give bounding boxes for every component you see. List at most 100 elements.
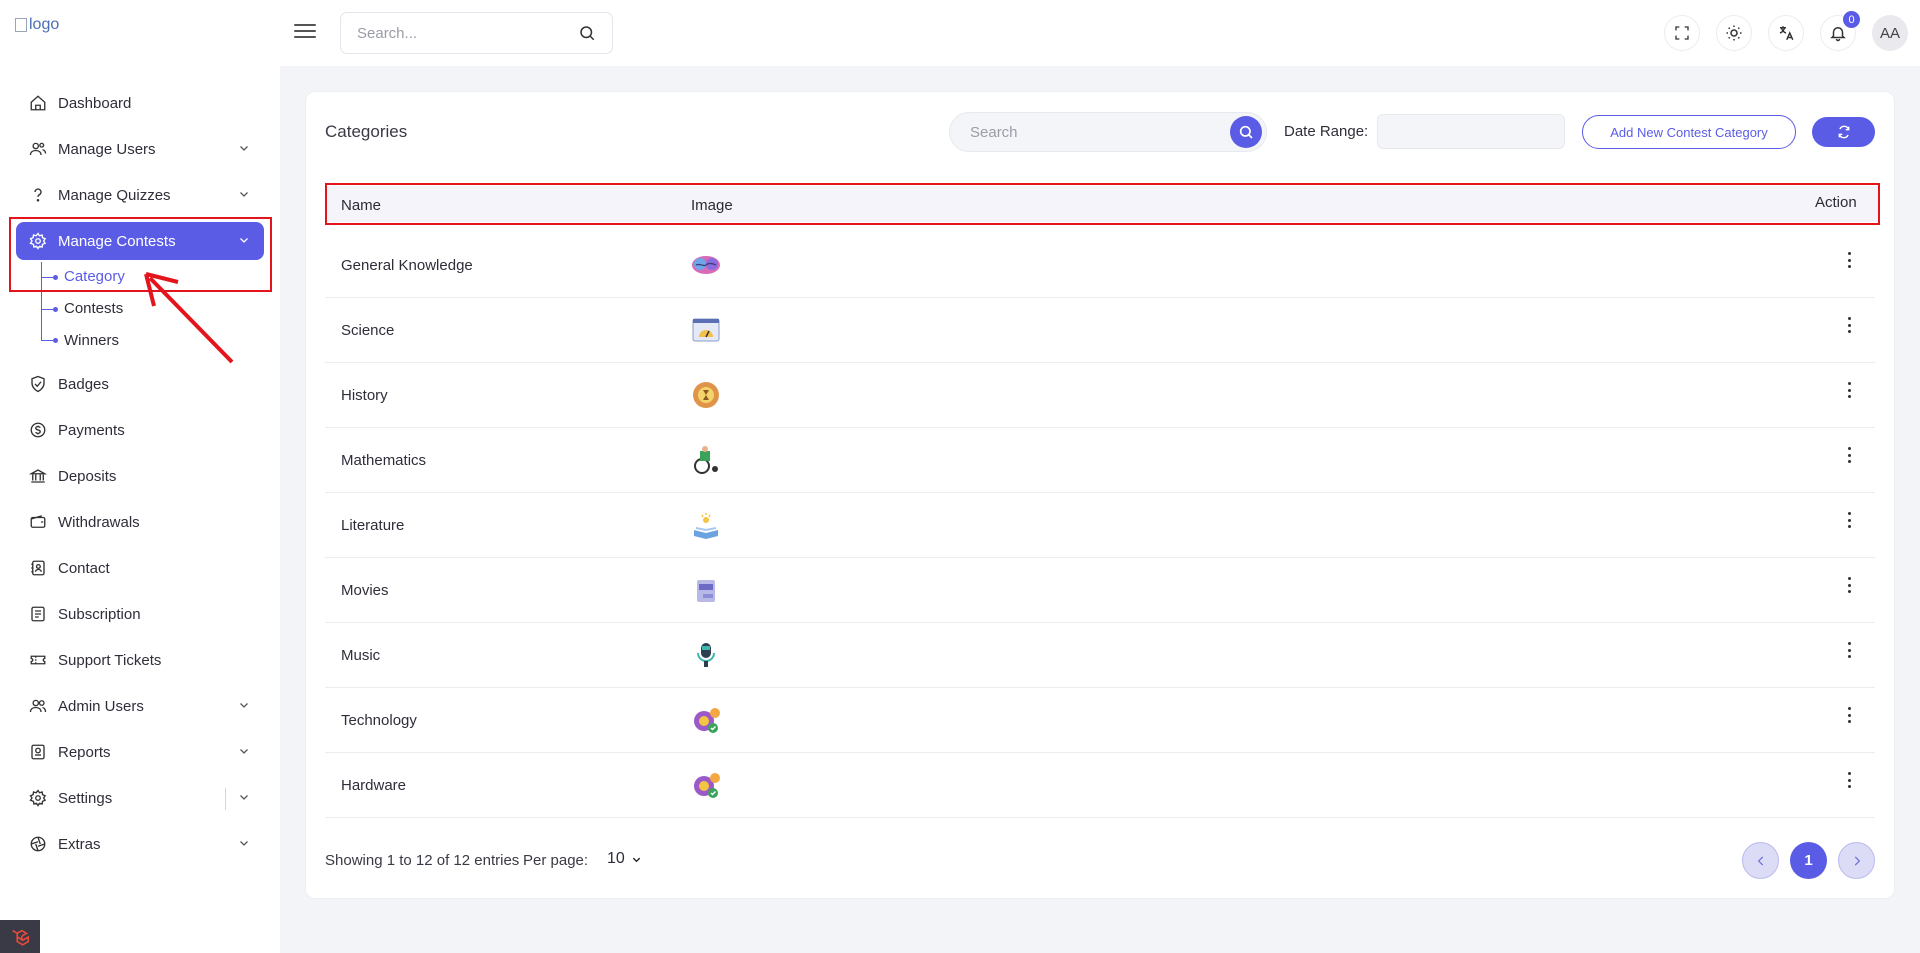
users-icon — [28, 139, 48, 159]
search-icon[interactable] — [578, 24, 596, 42]
refresh-icon — [1838, 125, 1849, 139]
theme-sun-icon[interactable] — [1716, 15, 1752, 51]
row-actions-kebab-icon[interactable] — [1843, 704, 1855, 726]
chevron-right-icon — [1854, 856, 1860, 865]
row-name: Mathematics — [341, 452, 427, 469]
sidebar-item-manage-users[interactable]: Manage Users — [16, 130, 264, 168]
submenu-contests[interactable]: Contests — [64, 300, 123, 317]
submenu-dot — [53, 307, 58, 312]
row-actions-kebab-icon[interactable] — [1843, 444, 1855, 466]
row-actions-kebab-icon[interactable] — [1843, 574, 1855, 596]
menu-toggle-icon[interactable] — [294, 20, 316, 42]
sidebar-item-label: Dashboard — [58, 94, 132, 112]
notification-bell-icon[interactable]: 0 — [1820, 11, 1860, 51]
submenu-winners[interactable]: Winners — [64, 332, 119, 349]
hourglass-circle-icon — [693, 382, 719, 408]
chevron-down-icon — [240, 146, 248, 151]
subscription-icon — [28, 604, 48, 624]
top-search-input[interactable] — [357, 24, 578, 42]
sidebar-item-label: Payments — [58, 421, 125, 439]
laravel-debug-icon[interactable] — [0, 920, 40, 953]
search-button[interactable] — [1230, 116, 1262, 148]
fullscreen-icon[interactable] — [1664, 15, 1700, 51]
gear-check-icon — [694, 773, 720, 798]
page-button-current[interactable]: 1 — [1790, 842, 1827, 879]
sidebar-item-reports[interactable]: Reports — [16, 733, 264, 771]
gear-check-icon — [694, 708, 720, 733]
table-row[interactable]: Movies — [325, 558, 1875, 623]
row-actions-kebab-icon[interactable] — [1843, 639, 1855, 661]
date-range-label: Date Range: — [1284, 123, 1369, 140]
row-name: Music — [341, 647, 381, 664]
sidebar-item-label: Extras — [58, 835, 101, 853]
row-actions-kebab-icon[interactable] — [1843, 509, 1855, 531]
table-row[interactable]: Science — [325, 298, 1875, 363]
row-actions-kebab-icon[interactable] — [1843, 314, 1855, 336]
sidebar-item-extras[interactable]: Extras — [16, 825, 264, 863]
home-icon — [28, 93, 48, 113]
sidebar-item-label: Settings — [58, 789, 113, 807]
table-row[interactable]: History — [325, 363, 1875, 428]
sidebar-item-payments[interactable]: Payments — [16, 411, 264, 449]
sidebar-item-label: Reports — [58, 743, 111, 761]
sidebar-item-label: Withdrawals — [58, 513, 140, 531]
notification-badge: 0 — [1843, 11, 1860, 28]
row-name: Science — [341, 322, 395, 339]
avatar[interactable]: AA — [1872, 15, 1908, 51]
table-row[interactable]: Literature — [325, 493, 1875, 558]
sidebar-item-badges[interactable]: Badges — [16, 365, 264, 403]
gauge-window-icon — [692, 318, 720, 342]
question-icon — [28, 185, 48, 205]
submenu-dot — [53, 338, 58, 343]
chevron-down-icon — [240, 795, 248, 800]
table-row[interactable]: Hardware — [325, 753, 1875, 818]
chevron-down-icon — [240, 192, 248, 197]
refresh-button[interactable] — [1812, 117, 1875, 147]
dollar-icon — [28, 420, 48, 440]
sidebar-item-contact[interactable]: Contact — [16, 549, 264, 587]
sidebar-item-withdrawals[interactable]: Withdrawals — [16, 503, 264, 541]
sidebar-item-label: Manage Quizzes — [58, 186, 171, 204]
translate-icon[interactable] — [1768, 15, 1804, 51]
row-name: General Knowledge — [341, 257, 473, 274]
wheelchair-icon — [694, 446, 718, 474]
table-search-input[interactable] — [970, 123, 1230, 141]
report-icon — [28, 742, 48, 762]
sidebar-item-label: Subscription — [58, 605, 141, 623]
divider — [225, 788, 226, 810]
row-actions-kebab-icon[interactable] — [1843, 769, 1855, 791]
prev-page-button[interactable] — [1742, 842, 1779, 879]
chevron-left-icon — [1757, 856, 1763, 865]
sidebar-item-label: Support Tickets — [58, 651, 162, 669]
sidebar-item-subscription[interactable]: Subscription — [16, 595, 264, 633]
row-name: Technology — [341, 712, 417, 729]
top-bar: logo 0 AA — [0, 0, 1920, 66]
aperture-icon — [28, 834, 48, 854]
sidebar-item-admin-users[interactable]: Admin Users — [16, 687, 264, 725]
date-range-input[interactable] — [1377, 114, 1565, 149]
search-icon — [1239, 125, 1253, 139]
film-file-icon — [697, 580, 715, 602]
table-row[interactable]: General Knowledge — [325, 233, 1875, 298]
logo[interactable]: logo — [15, 16, 59, 34]
row-name: Hardware — [341, 777, 407, 794]
per-page-select[interactable]: 10 — [607, 850, 642, 868]
admin-users-icon — [28, 696, 48, 716]
sidebar-item-support-tickets[interactable]: Support Tickets — [16, 641, 264, 679]
table-row[interactable]: Technology — [325, 688, 1875, 753]
ticket-icon — [28, 650, 48, 670]
sidebar-item-label: Badges — [58, 375, 109, 393]
sidebar-item-settings[interactable]: Settings — [16, 779, 264, 817]
sidebar-item-label: Deposits — [58, 467, 117, 485]
table-row[interactable]: Mathematics — [325, 428, 1875, 493]
row-actions-kebab-icon[interactable] — [1843, 379, 1855, 401]
row-actions-kebab-icon[interactable] — [1843, 249, 1855, 271]
chevron-down-icon — [240, 749, 248, 754]
sidebar-item-manage-quizzes[interactable]: Manage Quizzes — [16, 176, 264, 214]
next-page-button[interactable] — [1838, 842, 1875, 879]
annotation-arrow — [144, 272, 234, 364]
sidebar-item-deposits[interactable]: Deposits — [16, 457, 264, 495]
sidebar-item-dashboard[interactable]: Dashboard — [16, 84, 264, 122]
add-new-contest-category-button[interactable]: Add New Contest Category — [1582, 115, 1796, 149]
table-row[interactable]: Music — [325, 623, 1875, 688]
